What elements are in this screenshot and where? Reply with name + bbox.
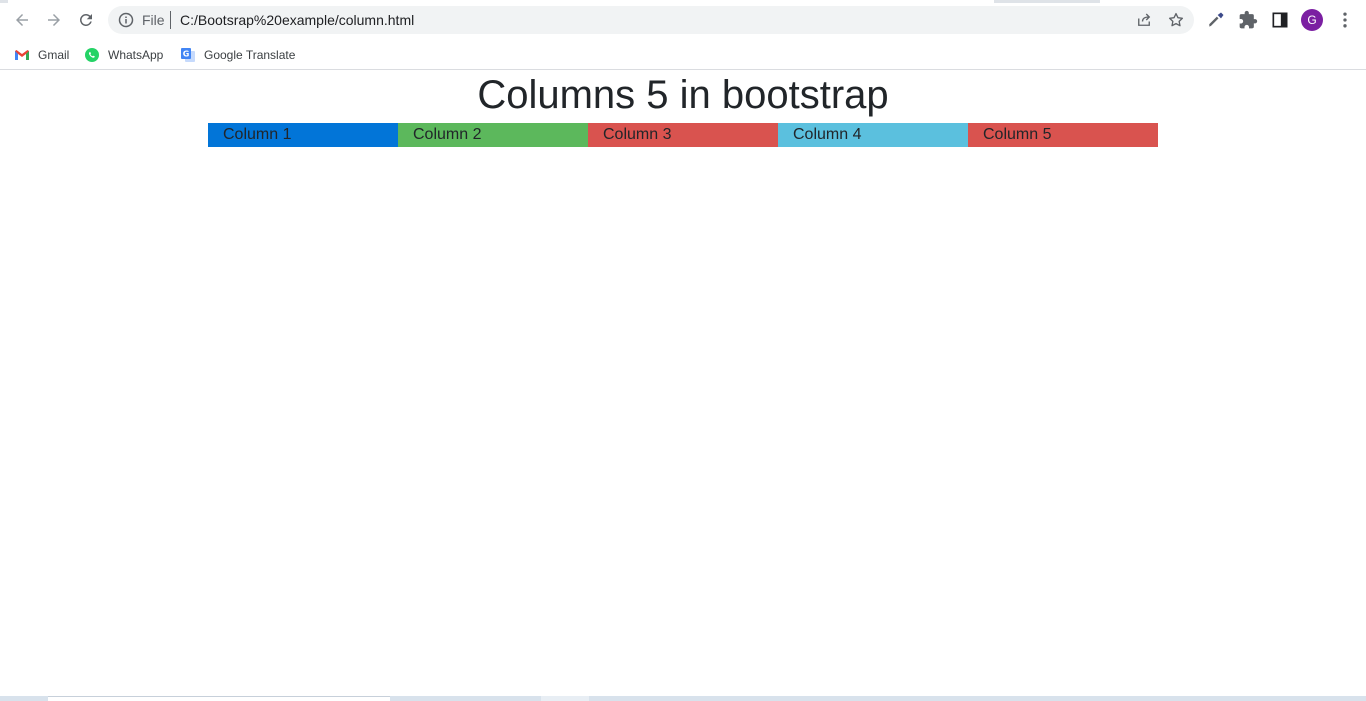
scheme-label: File xyxy=(142,12,165,28)
tab-strip xyxy=(0,0,1366,3)
forward-arrow-icon xyxy=(48,14,60,26)
bookmark-label: Gmail xyxy=(38,48,70,62)
side-panel-icon[interactable] xyxy=(1270,10,1290,30)
page-title: Columns 5 in bootstrap xyxy=(477,73,889,117)
extensions-puzzle-icon[interactable] xyxy=(1238,10,1258,30)
columns-row: Column 1 Column 2 Column 3 Column 4 Colu… xyxy=(208,123,1158,147)
profile-avatar[interactable]: G xyxy=(1301,9,1323,31)
eyedropper-icon[interactable] xyxy=(1206,10,1226,30)
info-icon[interactable] xyxy=(118,12,134,28)
bookmark-label: WhatsApp xyxy=(108,48,164,62)
column-3: Column 3 xyxy=(588,123,778,147)
whatsapp-icon xyxy=(85,48,99,62)
reload-button[interactable] xyxy=(74,8,98,32)
bookmarks-bar: Gmail WhatsApp G Google Translate xyxy=(0,40,1366,70)
bookmark-google-translate[interactable]: G Google Translate xyxy=(180,43,295,67)
page-content: Columns 5 in bootstrap Column 1 Column 2… xyxy=(0,71,1366,696)
bookmark-star-icon[interactable] xyxy=(1167,11,1185,29)
active-tab[interactable] xyxy=(8,0,994,3)
column-5: Column 5 xyxy=(968,123,1158,147)
forward-button[interactable] xyxy=(42,8,66,32)
tab[interactable] xyxy=(1100,0,1366,3)
taskbar-edge xyxy=(0,696,1366,701)
more-menu-icon[interactable] xyxy=(1335,10,1355,30)
bookmark-whatsapp[interactable]: WhatsApp xyxy=(84,43,163,67)
back-button[interactable] xyxy=(10,8,34,32)
taskbar-item[interactable] xyxy=(48,696,390,701)
reload-icon xyxy=(79,13,92,26)
divider xyxy=(170,11,171,29)
bookmark-gmail[interactable]: Gmail xyxy=(14,43,69,67)
address-bar[interactable]: File C:/Bootsrap%20example/column.html xyxy=(108,6,1194,34)
back-arrow-icon xyxy=(16,14,28,26)
bookmark-label: Google Translate xyxy=(204,48,296,62)
google-translate-icon: G xyxy=(181,48,195,62)
gmail-icon xyxy=(15,50,29,60)
url-text[interactable]: C:/Bootsrap%20example/column.html xyxy=(180,12,414,28)
svg-text:G: G xyxy=(183,50,190,59)
share-icon[interactable] xyxy=(1135,11,1153,29)
browser-toolbar: File C:/Bootsrap%20example/column.html G xyxy=(0,0,1366,40)
column-1: Column 1 xyxy=(208,123,398,147)
column-2: Column 2 xyxy=(398,123,588,147)
column-4: Column 4 xyxy=(778,123,968,147)
taskbar-item[interactable] xyxy=(541,696,589,701)
